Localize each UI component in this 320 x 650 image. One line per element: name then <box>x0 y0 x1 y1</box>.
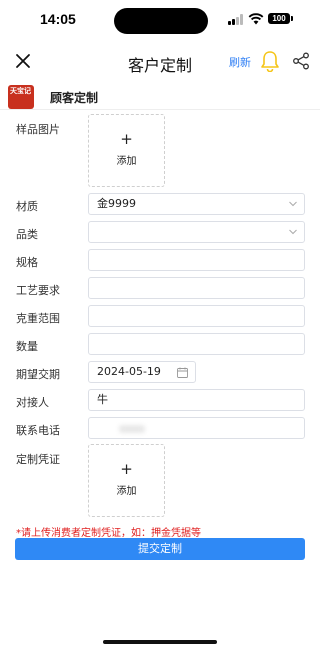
shop-logo: 天宝记 <box>8 85 34 109</box>
delivery-date-label: 期望交期 <box>16 368 60 381</box>
sample-image-label: 样品图片 <box>16 123 60 136</box>
voucher-upload[interactable]: + 添加 <box>88 444 165 517</box>
material-select[interactable]: 金9999 <box>88 193 305 215</box>
phone-label: 联系电话 <box>16 424 60 437</box>
plus-icon: + <box>120 130 133 148</box>
voucher-hint: *请上传消费者定制凭证，如：押金凭据等 <box>16 528 201 539</box>
refresh-button[interactable]: 刷新 <box>229 54 251 70</box>
status-bar: 14:05 100 <box>0 0 320 40</box>
add-label: 添加 <box>116 486 137 497</box>
material-value: 金9999 <box>97 197 136 210</box>
chevron-down-icon <box>289 201 297 207</box>
quantity-input[interactable] <box>88 333 305 355</box>
dynamic-island <box>114 8 208 34</box>
wifi-icon <box>248 13 264 25</box>
phone-input[interactable] <box>88 417 305 439</box>
quantity-label: 数量 <box>16 340 38 353</box>
calendar-icon <box>177 367 188 378</box>
cellular-signal-icon <box>228 14 245 25</box>
phone-redacted <box>119 425 145 433</box>
material-label: 材质 <box>16 200 38 213</box>
contact-input[interactable]: 牛 <box>88 389 305 411</box>
weight-range-input[interactable] <box>88 305 305 327</box>
delivery-date-value: 2024-05-19 <box>97 365 161 378</box>
plus-icon: + <box>120 460 133 478</box>
weight-range-label: 克重范围 <box>16 312 60 325</box>
home-indicator <box>103 640 217 644</box>
spec-label: 规格 <box>16 256 38 269</box>
share-icon[interactable] <box>292 52 310 70</box>
shop-name: 顾客定制 <box>50 91 99 105</box>
chevron-down-icon <box>289 229 297 235</box>
craft-input[interactable] <box>88 277 305 299</box>
sample-image-upload[interactable]: + 添加 <box>88 114 165 187</box>
nav-bar: 客户定制 刷新 <box>0 44 320 78</box>
delivery-date-picker[interactable]: 2024-05-19 <box>88 361 196 383</box>
spec-input[interactable] <box>88 249 305 271</box>
category-select[interactable] <box>88 221 305 243</box>
contact-label: 对接人 <box>16 396 49 409</box>
voucher-label: 定制凭证 <box>16 453 60 466</box>
shop-header: 天宝记 顾客定制 <box>0 82 320 110</box>
battery-icon: 100 <box>268 13 293 24</box>
bell-icon[interactable] <box>260 50 280 72</box>
craft-label: 工艺要求 <box>16 284 60 297</box>
add-label: 添加 <box>116 156 137 167</box>
category-label: 品类 <box>16 228 38 241</box>
battery-level: 100 <box>272 14 286 23</box>
status-time: 14:05 <box>40 11 76 27</box>
submit-button[interactable]: 提交定制 <box>15 538 305 560</box>
